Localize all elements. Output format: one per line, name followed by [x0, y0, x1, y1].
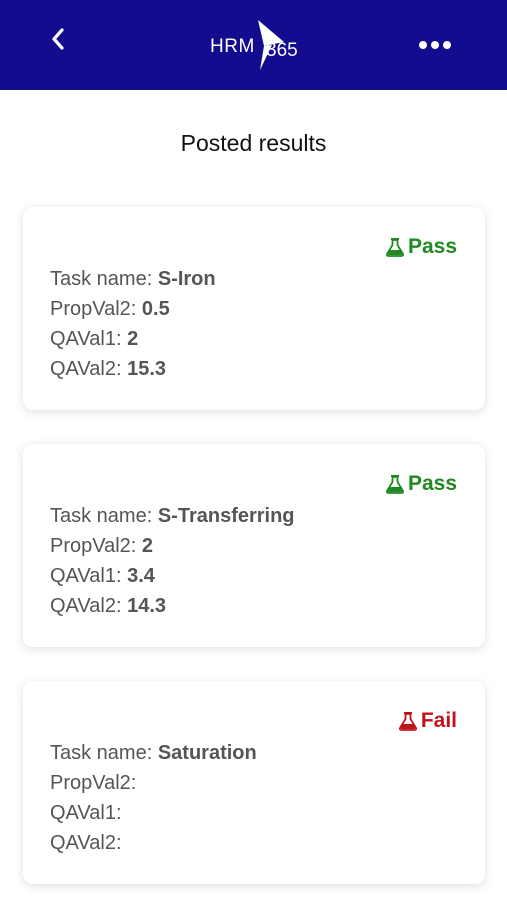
qaval2-row: QAVal2: [50, 828, 257, 858]
field-value: Saturation [157, 742, 257, 764]
field-value: 2 [141, 535, 154, 557]
field-label: QAVal2: [50, 358, 122, 380]
result-card[interactable]: Pass Task name: S-Iron PropVal2: 0.5 QAV… [23, 207, 485, 410]
field-value: 14.3 [127, 595, 167, 617]
field-value: S-Transferring [157, 505, 295, 527]
result-card[interactable]: Fail Task name: Saturation PropVal2: QAV… [23, 681, 485, 884]
chevron-left-icon [52, 28, 64, 50]
qaval1-row: QAVal1: 2 [50, 324, 216, 354]
propval2-row: PropVal2: 2 [50, 531, 295, 561]
field-value: 3.4 [127, 565, 155, 587]
page-title: Posted results [180, 130, 327, 156]
field-label: QAVal2: [50, 832, 122, 854]
field-label: Task name: [50, 742, 153, 764]
result-card[interactable]: Pass Task name: S-Transferring PropVal2:… [23, 444, 485, 647]
task-name-row: Task name: Saturation [50, 738, 257, 768]
flask-icon [385, 237, 404, 257]
field-label: Task name: [50, 268, 153, 290]
field-value: S-Iron [157, 268, 216, 290]
propval2-row: PropVal2: [50, 768, 257, 798]
status-badge: Fail [398, 709, 457, 733]
flask-icon [398, 711, 417, 731]
more-dot-icon [419, 41, 427, 49]
field-label: PropVal2: [50, 535, 137, 557]
field-value: 0.5 [141, 298, 170, 320]
logo-text-hrm: HRM [210, 36, 255, 57]
status-label: Pass [407, 472, 457, 495]
field-label: Task name: [50, 505, 153, 527]
back-button[interactable] [44, 24, 74, 54]
task-name-row: Task name: S-Iron [50, 264, 216, 294]
qaval1-row: QAVal1: [50, 798, 257, 828]
task-name-row: Task name: S-Transferring [50, 501, 295, 531]
field-value: 2 [127, 328, 139, 350]
status-label: Pass [407, 235, 457, 258]
app-logo: HRM 365 [208, 16, 304, 72]
qaval1-row: QAVal1: 3.4 [50, 561, 295, 591]
flask-icon [385, 474, 404, 494]
field-value: 15.3 [127, 358, 167, 380]
more-dot-icon [431, 41, 439, 49]
result-fields: Task name: S-Transferring PropVal2: 2 QA… [50, 501, 295, 621]
field-label: QAVal1: [50, 565, 122, 587]
more-options-button[interactable] [415, 35, 455, 55]
result-fields: Task name: S-Iron PropVal2: 0.5 QAVal1: … [50, 264, 216, 384]
more-dot-icon [443, 41, 451, 49]
field-label: QAVal2: [50, 595, 122, 617]
app-header: HRM 365 [0, 0, 507, 90]
result-fields: Task name: Saturation PropVal2: QAVal1: … [50, 738, 257, 858]
qaval2-row: QAVal2: 15.3 [50, 354, 216, 384]
field-label: PropVal2: [50, 298, 137, 320]
propval2-row: PropVal2: 0.5 [50, 294, 216, 324]
field-label: PropVal2: [50, 772, 137, 794]
status-badge: Pass [385, 235, 457, 259]
logo-text-365: 365 [266, 40, 298, 61]
field-label: QAVal1: [50, 328, 122, 350]
qaval2-row: QAVal2: 14.3 [50, 591, 295, 621]
status-badge: Pass [385, 472, 457, 496]
status-label: Fail [420, 709, 457, 732]
field-label: QAVal1: [50, 802, 122, 824]
